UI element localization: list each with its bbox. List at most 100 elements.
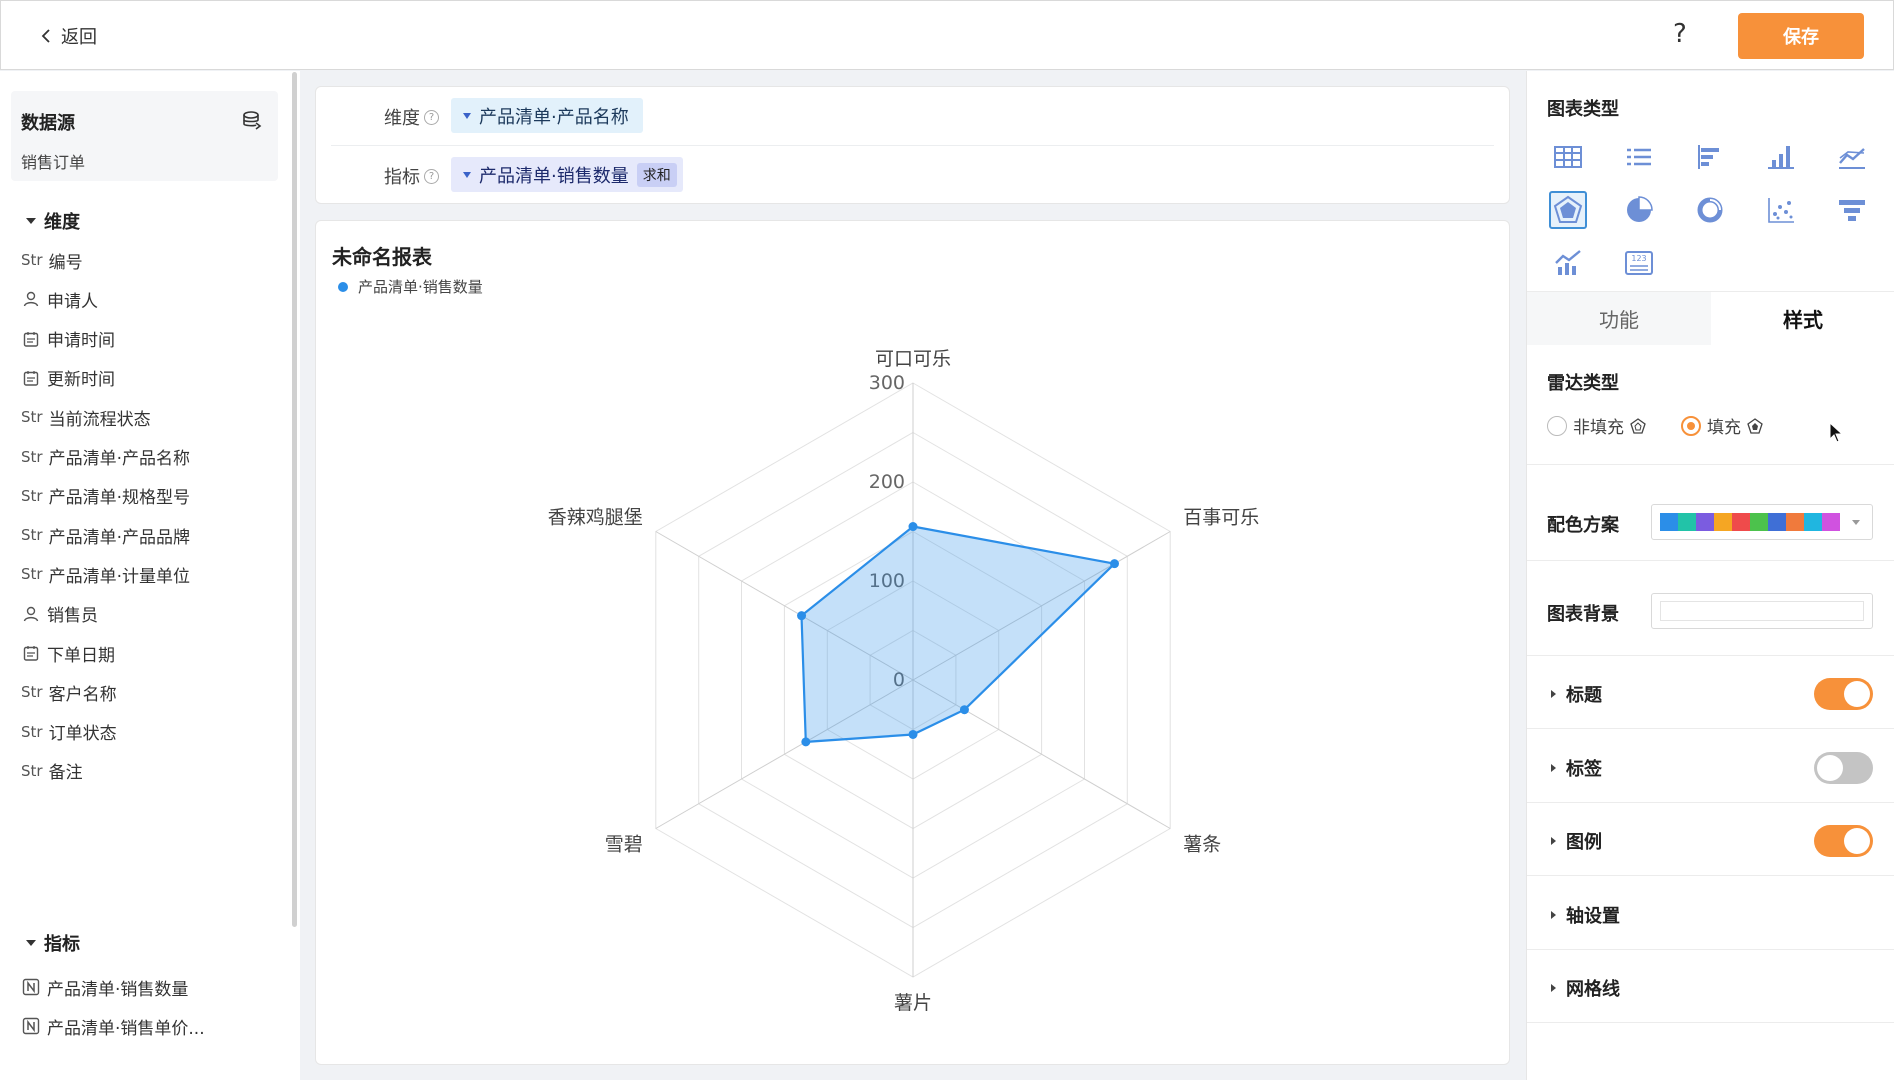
dimension-field[interactable]: 销售员	[21, 601, 98, 627]
toggle-knob	[1817, 754, 1843, 781]
radar-icon	[1553, 195, 1583, 223]
radar-unfilled-label: 非填充	[1573, 418, 1624, 438]
radio-checked[interactable]	[1681, 415, 1701, 436]
aggregation-badge[interactable]: 求和	[636, 162, 677, 187]
help-circle-icon[interactable]: ?	[424, 168, 439, 184]
database-switch-icon[interactable]	[241, 109, 263, 131]
chart-type-donut-icon[interactable]	[1691, 191, 1729, 229]
help-circle-icon[interactable]: ?	[424, 109, 439, 125]
chart-card: 未命名报表 产品清单·销售数量 3002001000可口可乐百事可乐薯条薯片雪碧…	[315, 220, 1510, 1065]
dimension-field[interactable]: 申请人	[21, 286, 98, 312]
section-divider	[1527, 801, 1894, 803]
dimension-field[interactable]: Str 客户名称	[21, 679, 117, 705]
palette-swatch	[1768, 513, 1786, 531]
chart-type-table-icon[interactable]	[1549, 138, 1587, 176]
chart-bg-color-input[interactable]	[1651, 593, 1873, 629]
section-2[interactable]: 图例	[1551, 828, 1602, 854]
dimension-field[interactable]: Str 产品清单·计量单位	[21, 561, 190, 587]
section-toggle[interactable]	[1814, 678, 1873, 710]
settings-panel: 图表类型 123 功能 样式 雷达类型 非填充 填充 配色方案 图表背景 标题标…	[1526, 71, 1894, 1080]
back-button[interactable]: 返回	[39, 21, 97, 51]
dimension-field[interactable]: Str 产品清单·规格型号	[21, 483, 190, 509]
palette-select[interactable]	[1651, 504, 1873, 540]
string-type-icon: Str	[21, 565, 43, 584]
chip-dropdown-icon[interactable]	[463, 112, 471, 119]
chart-type-line-icon[interactable]	[1833, 138, 1871, 176]
radar-filled-label: 填充	[1707, 418, 1741, 438]
dimensions-section-header[interactable]: 维度	[26, 208, 80, 234]
section-toggle[interactable]	[1814, 825, 1873, 857]
chart-type-scatter-icon[interactable]	[1762, 191, 1800, 229]
caret-right-icon	[1551, 690, 1556, 698]
dimension-field[interactable]: Str 产品清单·产品品牌	[21, 522, 190, 548]
measures-section-header[interactable]: 指标	[26, 930, 80, 956]
chart-type-radar-icon[interactable]	[1549, 191, 1587, 229]
dimension-field[interactable]: Str 备注	[21, 758, 83, 784]
radio-unchecked[interactable]	[1547, 415, 1567, 436]
dimension-field[interactable]: Str 当前流程状态	[21, 404, 151, 430]
section-divider	[1527, 1022, 1894, 1023]
measures-header-label: 指标	[44, 934, 80, 955]
radar-category-label: 百事可乐	[1183, 507, 1259, 529]
dimension-field[interactable]: 下单日期	[21, 640, 115, 666]
section-3[interactable]: 轴设置	[1551, 902, 1620, 928]
tab-function[interactable]: 功能	[1527, 292, 1711, 345]
caret-right-icon	[1551, 984, 1556, 992]
list-icon	[1627, 148, 1651, 166]
field-label: 当前流程状态	[48, 409, 151, 430]
palette-swatch	[1750, 513, 1768, 531]
help-button[interactable]: ?	[1673, 19, 1687, 49]
left-panel-scrollbar[interactable]	[292, 72, 297, 927]
caret-right-icon	[1551, 763, 1556, 772]
section-divider	[1527, 948, 1894, 950]
dimension-chip[interactable]: 产品清单·产品名称	[451, 98, 643, 133]
chart-type-bar-vertical-icon[interactable]	[1762, 138, 1800, 176]
tab-style[interactable]: 样式	[1711, 292, 1894, 345]
radar-unfilled-option[interactable]: 非填充	[1547, 413, 1646, 438]
section-0[interactable]: 标题	[1551, 681, 1602, 707]
scatter-icon	[1768, 198, 1794, 223]
radar-filled-option[interactable]: 填充	[1681, 413, 1763, 438]
radar-series-area	[800, 525, 1117, 744]
radar-filled-icon	[1747, 417, 1763, 434]
radar-chart: 3002001000可口可乐百事可乐薯条薯片雪碧香辣鸡腿堡	[548, 348, 1259, 1014]
pie-icon	[1627, 196, 1653, 222]
dimension-chip-label: 产品清单·产品名称	[479, 106, 629, 128]
measure-field[interactable]: 产品清单·销售数量	[21, 974, 188, 1000]
radar-tick-label: 300	[869, 372, 905, 394]
field-label: 销售员	[47, 606, 98, 627]
dimension-field[interactable]: 更新时间	[21, 365, 115, 391]
settings-tabs: 功能 样式	[1527, 291, 1894, 345]
dimension-field[interactable]: Str 编号	[21, 247, 83, 273]
measure-field[interactable]: 产品清单·销售单价...	[21, 1013, 205, 1039]
field-label: 申请人	[47, 291, 98, 312]
top-bar: 返回 ? 保存	[0, 0, 1894, 70]
table-icon	[1554, 146, 1582, 168]
field-label: 产品清单·销售数量	[47, 979, 189, 1000]
field-label: 订单状态	[48, 724, 117, 745]
radar-category-label: 可口可乐	[875, 348, 951, 370]
chart-type-number-card-icon[interactable]: 123	[1620, 244, 1658, 282]
chart-type-list-icon[interactable]	[1620, 138, 1658, 176]
dimension-field[interactable]: 申请时间	[21, 326, 115, 352]
chart-type-combo-icon[interactable]	[1549, 244, 1587, 282]
chart-type-pie-icon[interactable]	[1620, 191, 1658, 229]
section-label: 标签	[1566, 758, 1602, 780]
dimension-field[interactable]: Str 订单状态	[21, 719, 117, 745]
measure-chip[interactable]: 产品清单·销售数量 求和	[451, 157, 683, 192]
dimension-label-text: 维度	[384, 108, 420, 129]
radar-category-label: 香辣鸡腿堡	[548, 507, 643, 529]
chart-type-bar-horizontal-icon[interactable]	[1691, 138, 1729, 176]
string-type-icon: Str	[21, 251, 43, 269]
section-toggle[interactable]	[1814, 751, 1873, 784]
bar-horizontal-icon	[1698, 145, 1719, 169]
radar-data-point	[801, 737, 811, 747]
chip-dropdown-icon[interactable]	[463, 171, 471, 178]
dimension-field[interactable]: Str 产品清单·产品名称	[21, 444, 190, 470]
section-1[interactable]: 标签	[1551, 755, 1602, 781]
save-button[interactable]: 保存	[1738, 13, 1864, 59]
section-4[interactable]: 网格线	[1551, 975, 1620, 1001]
chart-type-funnel-icon[interactable]	[1833, 191, 1871, 229]
section-label: 图例	[1566, 832, 1602, 853]
string-type-icon: Str	[21, 447, 43, 466]
